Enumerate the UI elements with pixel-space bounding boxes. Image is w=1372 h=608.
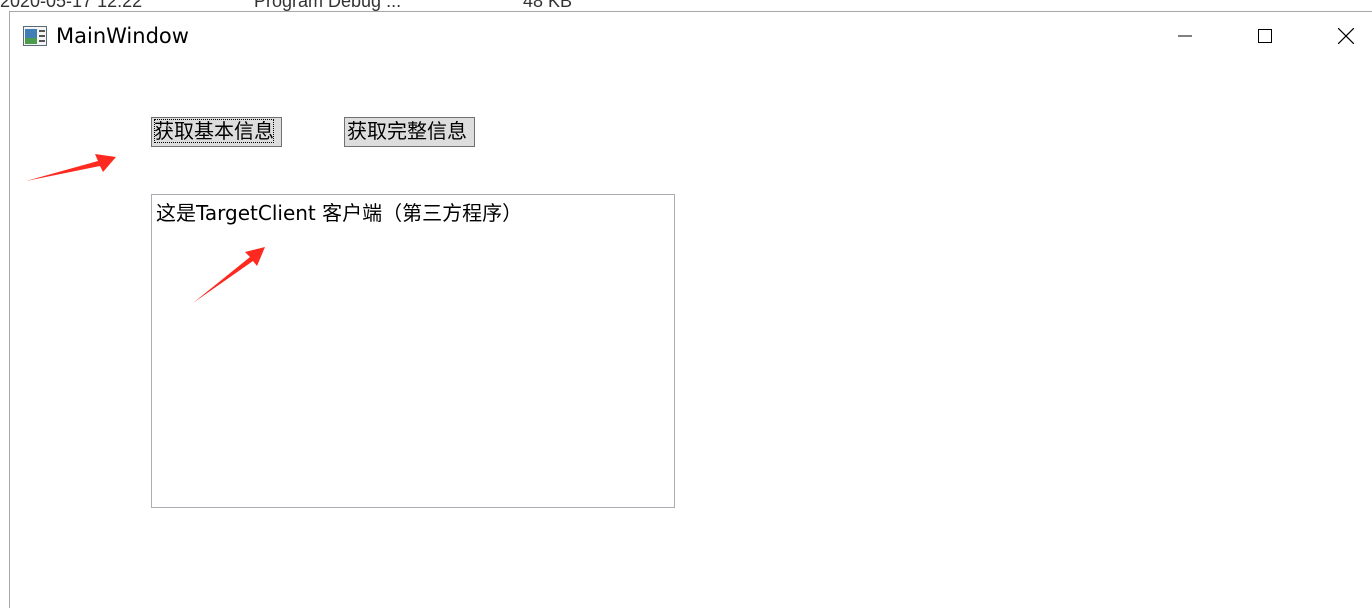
arrow-to-basic-button: [26, 154, 116, 181]
annotation-arrows: [26, 154, 265, 303]
arrow-to-textbox: [193, 247, 265, 303]
